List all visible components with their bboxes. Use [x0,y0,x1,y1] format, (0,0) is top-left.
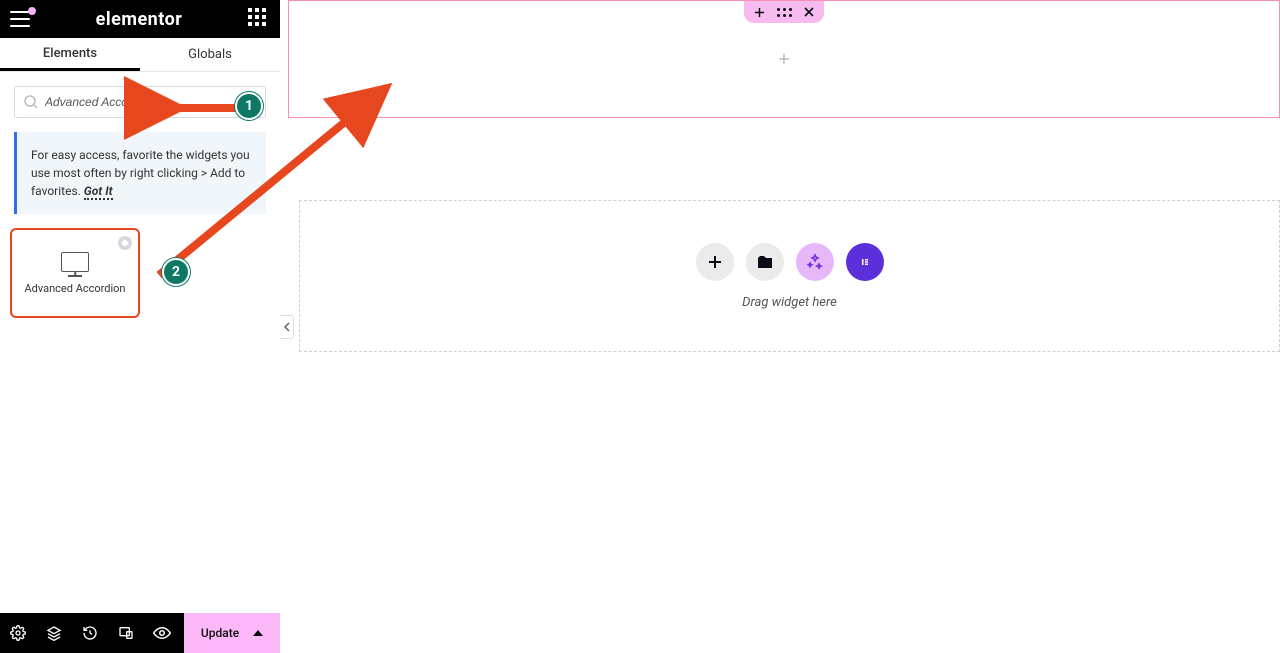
tip-text: For easy access, favorite the widgets yo… [31,148,250,198]
search-container [0,72,280,132]
accordion-widget-icon [61,252,89,272]
update-label: Update [201,626,239,640]
history-button[interactable] [72,613,108,653]
editor-canvas: + Drag widget here [280,0,1280,653]
collapse-sidebar-button[interactable] [280,315,294,339]
chevron-up-icon[interactable] [253,630,263,636]
section-drag-handle[interactable] [777,8,792,17]
sidebar-bottombar: Update [0,613,280,653]
tip-gotit-link[interactable]: Got It [84,184,113,200]
add-widget-placeholder[interactable]: + [778,47,789,71]
search-input[interactable] [45,95,255,109]
tab-globals[interactable]: Globals [140,38,280,71]
responsive-button[interactable] [108,613,144,653]
search-icon [23,94,39,114]
widget-advanced-accordion[interactable]: Advanced Accordion [10,228,140,318]
elementor-library-button[interactable] [846,243,884,281]
section-add-button[interactable] [754,7,765,18]
widget-results: Advanced Accordion [0,228,280,318]
new-section-drop-area[interactable]: Drag widget here [299,200,1280,352]
new-section-actions [696,243,884,281]
apps-grid-button[interactable] [248,8,270,30]
preview-button[interactable] [144,613,180,653]
tab-elements[interactable]: Elements [0,38,140,71]
navigator-button[interactable] [36,613,72,653]
ai-generate-button[interactable] [796,243,834,281]
panel-tabs: Elements Globals [0,38,280,72]
favorites-tip: For easy access, favorite the widgets yo… [14,132,266,214]
settings-button[interactable] [0,613,36,653]
add-section-button[interactable] [696,243,734,281]
menu-button[interactable] [10,11,30,27]
drop-hint-text: Drag widget here [742,295,837,310]
editor-sidebar: elementor Elements Globals For easy acce… [0,0,280,653]
widget-source-icon [118,236,132,250]
notification-dot-icon [28,7,36,15]
brand-logo: elementor [30,9,248,30]
update-button[interactable]: Update [184,613,280,653]
add-template-button[interactable] [746,243,784,281]
widget-label: Advanced Accordion [24,282,125,295]
sidebar-topbar: elementor [0,0,280,38]
empty-section[interactable]: + [288,0,1280,118]
search-box[interactable] [14,86,266,118]
section-close-button[interactable] [804,7,814,17]
section-handle [744,1,824,23]
